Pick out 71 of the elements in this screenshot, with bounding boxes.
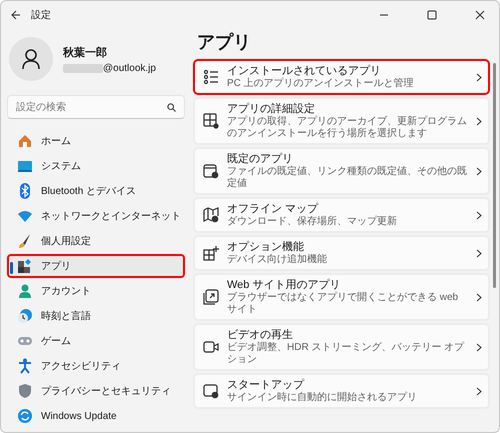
video-camera-icon bbox=[203, 339, 219, 355]
close-icon bbox=[475, 10, 485, 20]
sidebar-item[interactable]: Bluetooth とデバイス bbox=[7, 179, 185, 203]
redacted-block bbox=[63, 64, 103, 72]
shield-icon bbox=[17, 383, 33, 399]
settings-card[interactable]: オフライン マップ ダウンロード、保存場所、マップ更新 bbox=[193, 197, 490, 233]
card-description: ファイルの既定値、リンク種類の既定値、その他の既定値 bbox=[227, 166, 468, 190]
sidebar-item[interactable]: ホーム bbox=[7, 129, 185, 153]
avatar[interactable] bbox=[9, 37, 53, 81]
card-title: スタートアップ bbox=[227, 378, 306, 392]
monitor-icon bbox=[17, 158, 33, 174]
card-description: ビデオ調整、HDR ストリーミング、バッテリー オプション bbox=[227, 342, 466, 366]
window-link-icon bbox=[203, 289, 219, 305]
person-icon bbox=[17, 283, 33, 299]
sidebar-item[interactable]: Windows Update bbox=[7, 404, 185, 428]
card-description: ダウンロード、保存場所、マップ更新 bbox=[227, 216, 398, 228]
grid-plus-icon bbox=[203, 245, 219, 261]
chevron-right-icon bbox=[476, 166, 482, 176]
scrollbar[interactable] bbox=[493, 63, 496, 288]
page-title: アプリ bbox=[197, 31, 252, 53]
house-icon bbox=[17, 133, 33, 149]
sidebar-item[interactable]: ゲーム bbox=[7, 329, 185, 353]
card-title: ビデオの再生 bbox=[227, 328, 294, 342]
list-icon bbox=[203, 69, 219, 85]
card-description: サインイン時に自動的に開始されるアプリ bbox=[227, 392, 418, 404]
apps-icon bbox=[17, 258, 33, 274]
search-field[interactable]: 設定の検索 bbox=[7, 95, 185, 119]
chevron-right-icon bbox=[476, 292, 482, 302]
card-title: オフライン マップ bbox=[227, 202, 320, 216]
chevron-right-icon bbox=[476, 72, 482, 82]
globe-clock-icon bbox=[17, 308, 33, 324]
settings-card[interactable]: アプリの詳細設定 アプリの取得、アプリのアーカイブ、更新プログラムのアンインストールを行う場所を選択します bbox=[193, 97, 490, 145]
card-title: アプリの詳細設定 bbox=[227, 102, 316, 116]
window-title: 設定 bbox=[31, 8, 52, 22]
selection-indicator bbox=[10, 262, 13, 274]
sidebar-item[interactable]: プライバシーとセキュリティ bbox=[7, 379, 185, 403]
sidebar-item[interactable]: システム bbox=[7, 154, 185, 178]
chevron-right-icon bbox=[476, 210, 482, 220]
user-email: @outlook.jp bbox=[103, 62, 156, 74]
settings-card[interactable]: インストールされているアプリ PC 上のアプリのアンインストールと管理 bbox=[193, 59, 490, 95]
wifi-icon bbox=[17, 208, 33, 224]
card-title: インストールされているアプリ bbox=[227, 64, 382, 78]
sidebar-item[interactable]: 個人用設定 bbox=[7, 229, 185, 253]
accessibility-icon bbox=[17, 358, 33, 374]
sidebar-item[interactable]: アクセシビリティ bbox=[7, 354, 185, 378]
settings-card[interactable]: スタートアップ サインイン時に自動的に開始されるアプリ bbox=[193, 373, 490, 409]
settings-card[interactable]: Web サイト用のアプリ ブラウザーではなくアプリで開くことができる web サイト bbox=[193, 273, 490, 321]
settings-card[interactable]: 既定のアプリ ファイルの既定値、リンク種類の既定値、その他の既定値 bbox=[193, 147, 490, 195]
card-description: デバイス向け追加機能 bbox=[227, 254, 328, 266]
chevron-right-icon bbox=[476, 248, 482, 258]
card-description: PC 上のアプリのアンインストールと管理 bbox=[227, 78, 415, 90]
sidebar-item[interactable]: ネットワークとインターネット bbox=[7, 204, 185, 228]
chevron-right-icon bbox=[476, 116, 482, 126]
search-icon bbox=[167, 103, 176, 112]
settings-card[interactable]: ビデオの再生 ビデオ調整、HDR ストリーミング、バッテリー オプション bbox=[193, 323, 490, 371]
sidebar-item[interactable]: 時刻と言語 bbox=[7, 304, 185, 328]
card-title: オプション機能 bbox=[227, 240, 305, 254]
settings-card[interactable]: オプション機能 デバイス向け追加機能 bbox=[193, 235, 490, 271]
back-arrow-icon[interactable] bbox=[11, 10, 21, 20]
chevron-right-icon bbox=[476, 342, 482, 352]
bluetooth-icon bbox=[17, 183, 33, 199]
sidebar-item[interactable]: アカウント bbox=[7, 279, 185, 303]
sidebar-item[interactable]: アプリ bbox=[7, 254, 185, 278]
card-description: アプリの取得、アプリのアーカイブ、更新プログラムのアンインストールを行う場所を選択します bbox=[227, 116, 468, 140]
refresh-icon bbox=[17, 408, 33, 424]
card-title: 既定のアプリ bbox=[227, 152, 294, 166]
chevron-right-icon bbox=[476, 386, 482, 396]
card-title: Web サイト用のアプリ bbox=[227, 278, 342, 292]
maximize-icon bbox=[427, 10, 437, 20]
card-description: ブラウザーではなくアプリで開くことができる web サイト bbox=[227, 292, 460, 316]
user-name: 秋葉一郎 bbox=[63, 46, 108, 60]
